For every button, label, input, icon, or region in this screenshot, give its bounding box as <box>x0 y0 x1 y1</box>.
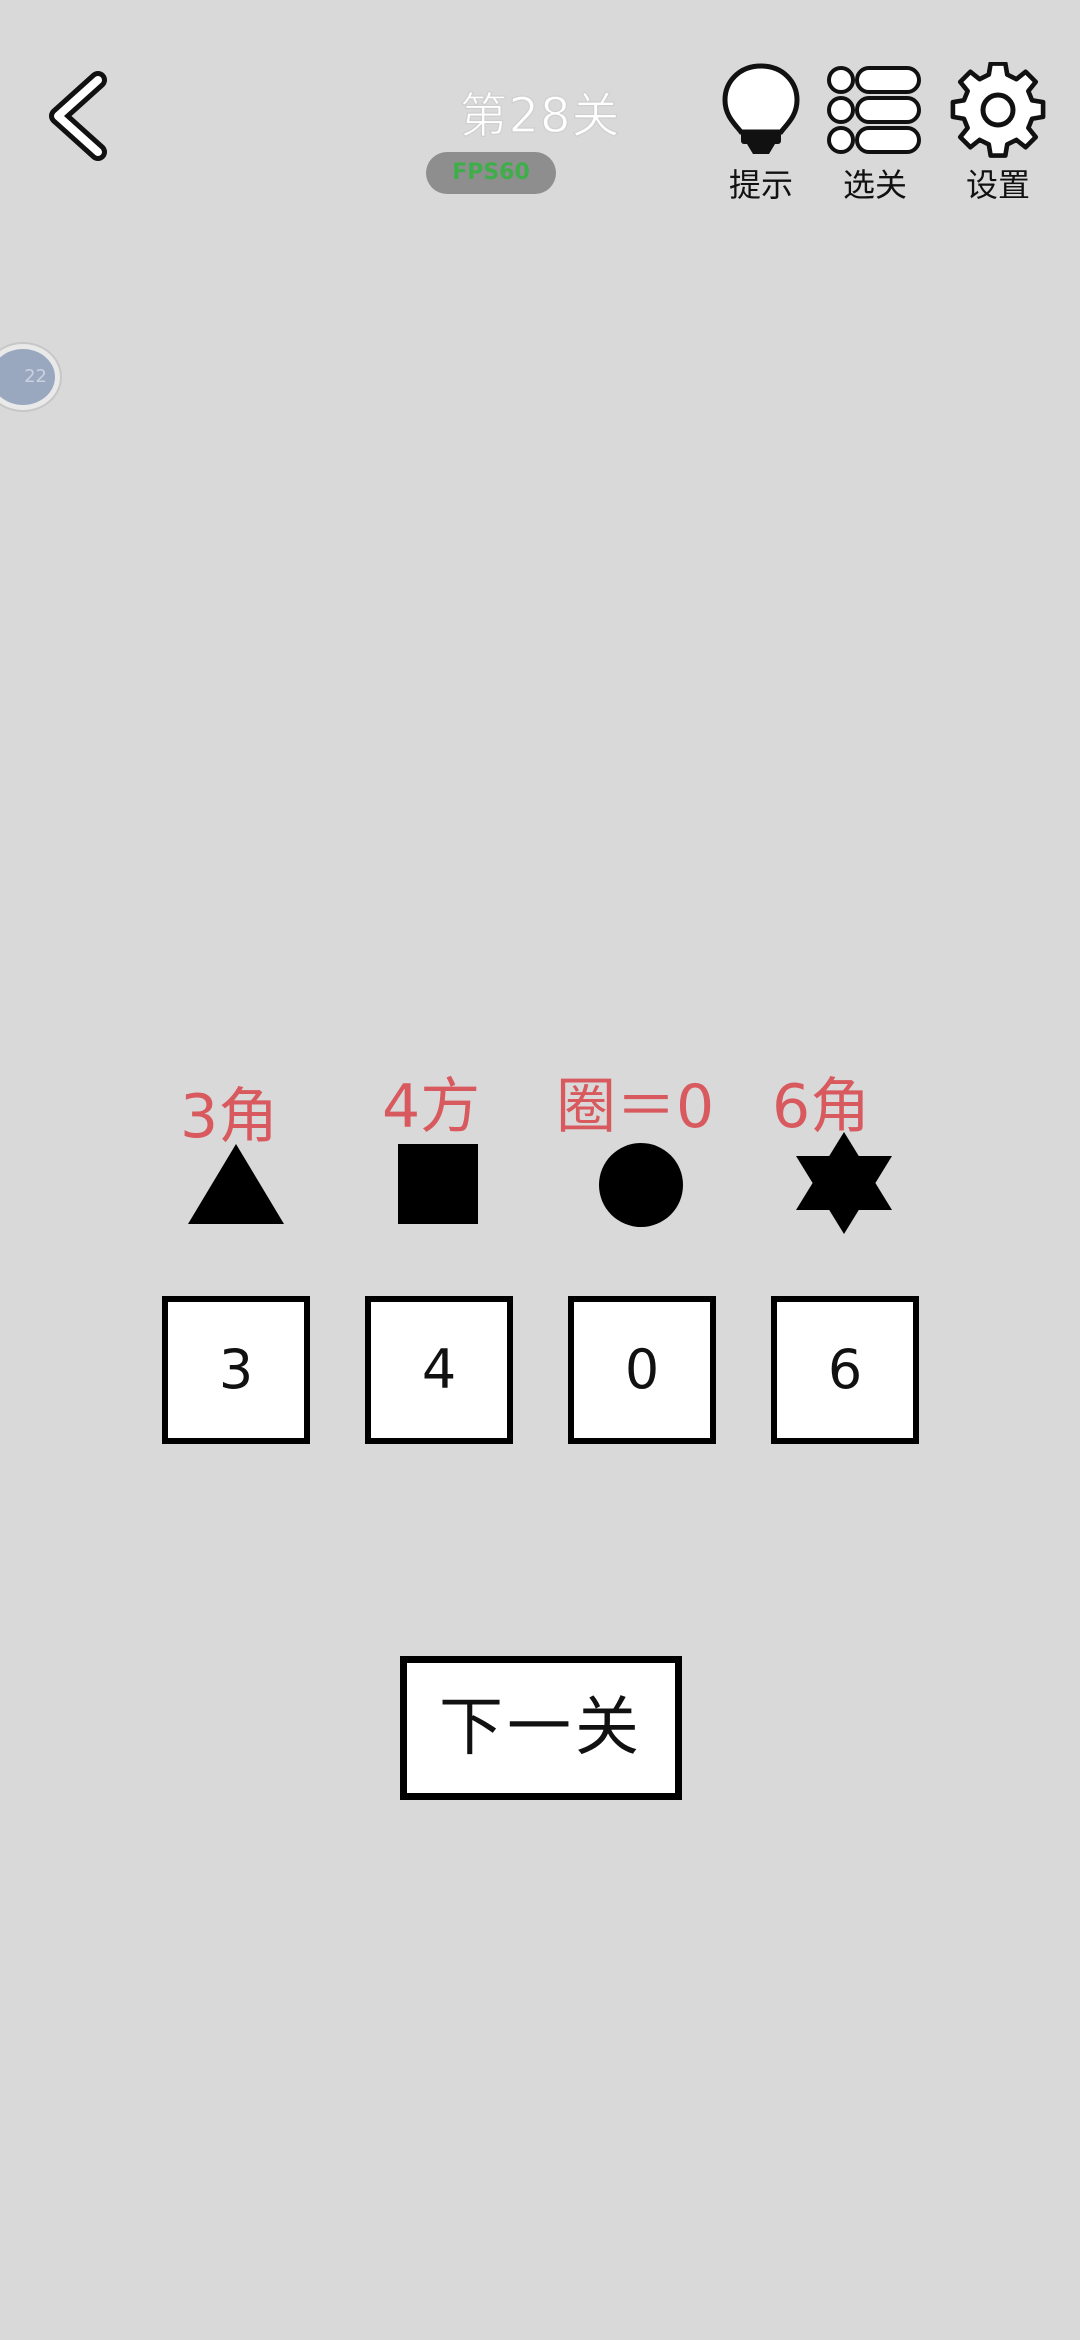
fps-badge: FPS60 <box>426 152 556 194</box>
triangle-icon <box>188 1144 284 1224</box>
circle-icon <box>599 1143 683 1227</box>
next-level-button[interactable]: 下一关 <box>400 1656 682 1800</box>
clue-label-3: 圈＝0 <box>556 1072 715 1142</box>
answer-box-1[interactable]: 3 <box>162 1296 310 1444</box>
level-select-button[interactable]: 选关 <box>820 62 930 212</box>
settings-label: 设置 <box>965 166 1030 204</box>
list-icon <box>827 66 921 154</box>
clue-label-2: 4方 <box>382 1072 481 1142</box>
square-icon <box>398 1144 478 1224</box>
level-select-label: 选关 <box>842 166 907 204</box>
lightbulb-icon <box>722 63 800 154</box>
hint-button[interactable]: 提示 <box>706 62 816 212</box>
gear-icon <box>950 62 1046 158</box>
hexagram-icon <box>796 1132 892 1234</box>
floating-assistant-bubble[interactable]: 22 <box>0 344 60 410</box>
answer-box-2[interactable]: 4 <box>365 1296 513 1444</box>
answer-box-4[interactable]: 6 <box>771 1296 919 1444</box>
hint-label: 提示 <box>728 166 793 204</box>
answer-box-3[interactable]: 0 <box>568 1296 716 1444</box>
settings-button[interactable]: 设置 <box>943 62 1053 212</box>
